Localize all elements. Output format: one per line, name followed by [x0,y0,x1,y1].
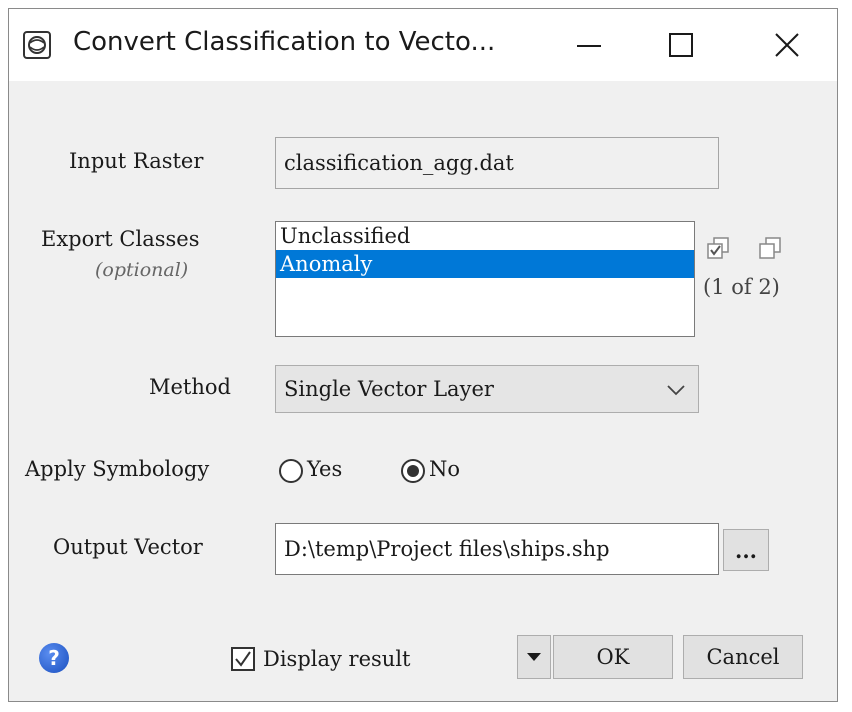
method-label: Method [149,375,231,399]
list-item-anomaly[interactable]: Anomaly [276,250,694,278]
selection-count: (1 of 2) [703,275,780,299]
radio-selected-dot [407,465,419,477]
help-icon[interactable]: ? [39,643,69,673]
minimize-button[interactable] [549,9,629,81]
apply-symbology-no-label[interactable]: No [429,457,460,481]
close-icon [775,33,799,57]
apply-symbology-yes-radio[interactable] [279,459,303,483]
export-classes-listbox[interactable]: Unclassified Anomaly [275,221,695,337]
apply-symbology-yes-label[interactable]: Yes [307,457,342,481]
triangle-down-icon [527,653,541,661]
chevron-down-icon [667,385,685,396]
list-item-unclassified[interactable]: Unclassified [276,222,694,250]
input-raster-label: Input Raster [69,149,204,173]
title-bar: Convert Classification to Vecto... [9,9,837,81]
checkmark-icon [235,651,251,667]
output-vector-label: Output Vector [53,535,203,559]
select-all-icon[interactable] [705,235,733,263]
input-raster-field[interactable]: classification_agg.dat [275,137,719,189]
cancel-button[interactable]: Cancel [683,635,803,679]
method-dropdown-value: Single Vector Layer [284,377,494,401]
display-result-label[interactable]: Display result [263,647,410,671]
method-dropdown[interactable]: Single Vector Layer [275,365,699,413]
export-classes-label: Export Classes [41,227,200,251]
apply-symbology-no-radio[interactable] [401,459,425,483]
app-icon [23,31,51,59]
apply-symbology-label: Apply Symbology [25,457,210,481]
display-result-checkbox[interactable] [231,647,255,671]
deselect-all-icon[interactable] [757,235,785,263]
ok-button[interactable]: OK [553,635,673,679]
output-vector-field[interactable]: D:\temp\Project files\ships.shp [275,523,719,575]
browse-button[interactable]: ... [723,529,769,571]
close-button[interactable] [747,9,827,81]
window-title: Convert Classification to Vecto... [73,27,496,57]
maximize-icon [669,33,693,57]
export-classes-optional-label: (optional) [95,259,189,281]
minimize-icon [577,45,601,47]
maximize-button[interactable] [641,9,721,81]
dialog-window: Convert Classification to Vecto... Input… [8,8,838,702]
ok-dropdown-button[interactable] [517,635,551,679]
